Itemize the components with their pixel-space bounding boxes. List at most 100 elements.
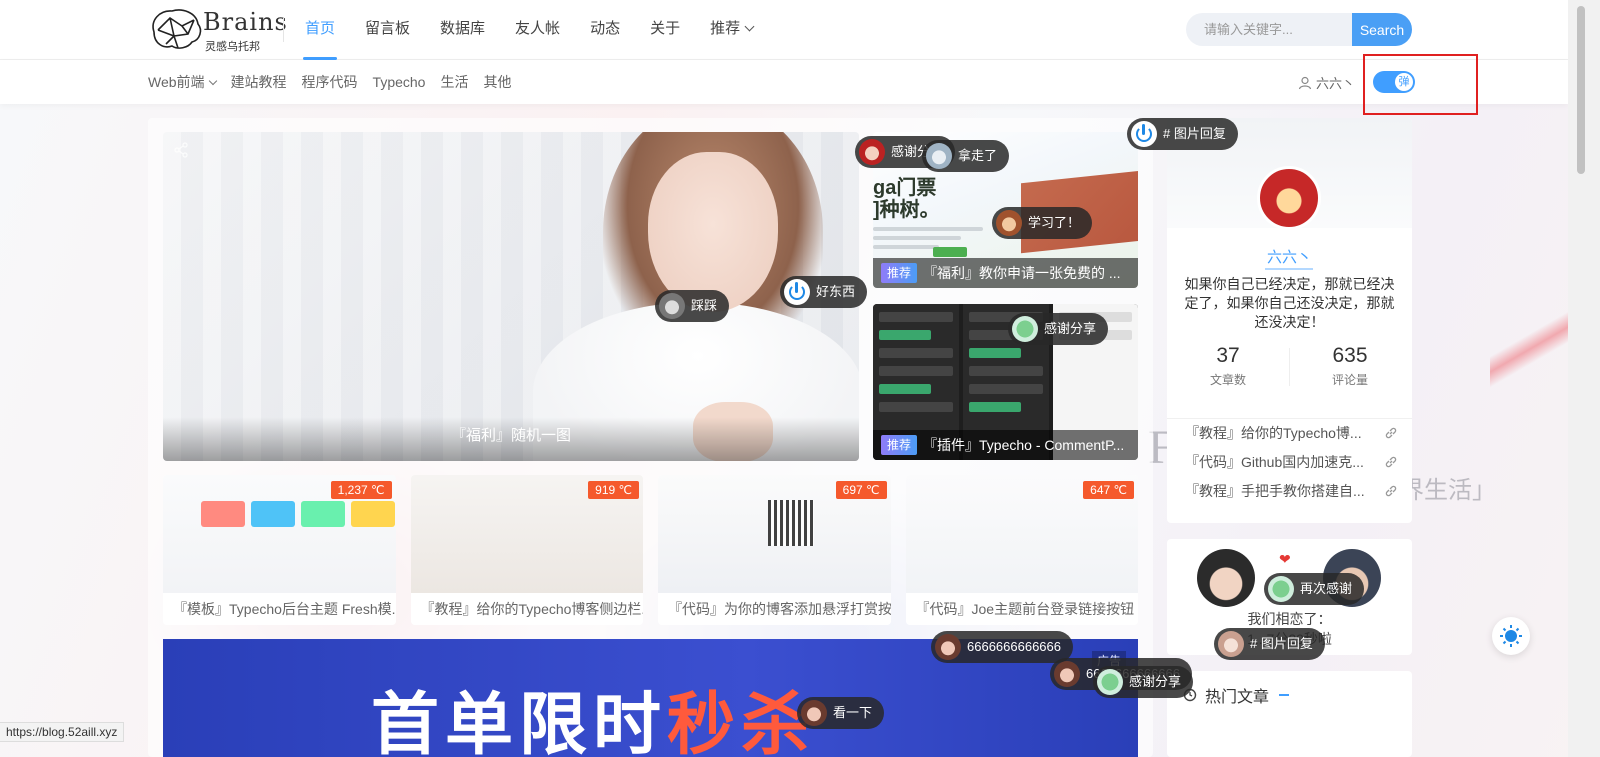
card-title: 『插件』Typecho - CommentP...: [923, 437, 1125, 453]
nav-recommend-label: 推荐: [710, 20, 741, 37]
search-input[interactable]: [1186, 13, 1354, 46]
profile-name[interactable]: 六六丶: [1167, 246, 1412, 267]
heart-icon: ❤: [1279, 551, 1291, 567]
scrollbar-thumb[interactable]: [1577, 6, 1585, 174]
category-web-label: Web前端: [148, 74, 205, 90]
article-thumbs: 1,237 ℃ 『模板』Typecho后台主题 Fresh模... 919 ℃ …: [163, 475, 1138, 625]
status-url: https://blog.52aill.xyz: [0, 722, 125, 742]
search-button[interactable]: Search: [1352, 13, 1412, 46]
danmaku-bullet: 好东西: [780, 276, 868, 308]
category-tutorial[interactable]: 建站教程: [231, 72, 287, 92]
nav-moments[interactable]: 动态: [590, 0, 620, 60]
heat-badge: 1,237 ℃: [330, 481, 392, 499]
nav-home[interactable]: 首页: [302, 0, 338, 60]
nav-about[interactable]: 关于: [650, 0, 680, 60]
hero-card[interactable]: 『福利』随机一图: [163, 132, 859, 461]
danmaku-bullet: 感谢分享: [1093, 666, 1194, 698]
theme-toggle-button[interactable]: [1492, 617, 1530, 655]
avatar: [1054, 661, 1080, 687]
chevron-down-icon: [208, 76, 217, 86]
heat-badge: 919 ℃: [588, 481, 639, 499]
danmaku-bullet: 看一下: [797, 697, 885, 729]
heat-badge: 697 ℃: [835, 481, 887, 499]
avatar: [801, 700, 827, 726]
logo-brand-text: Brains: [203, 8, 288, 36]
danmaku-bullet: 再次感谢: [1264, 573, 1365, 605]
category-life[interactable]: 生活: [440, 72, 468, 92]
avatar: [1197, 549, 1255, 607]
site-logo[interactable]: Brains 灵感乌托邦: [148, 6, 287, 54]
logo-subtitle: 灵感乌托邦: [205, 41, 260, 53]
stat-label: 文章数: [1209, 373, 1246, 387]
profile-link-text: 『代码』Github国内加速克...: [1185, 454, 1364, 470]
avatar: [1097, 669, 1123, 695]
article-thumb[interactable]: 919 ℃ 『教程』给你的Typecho博客侧边栏...: [410, 475, 643, 625]
avatar: [996, 210, 1022, 236]
nav-database[interactable]: 数据库: [440, 0, 485, 60]
article-thumb[interactable]: 1,237 ℃ 『模板』Typecho后台主题 Fresh模...: [163, 475, 396, 625]
qr-code-icon: [768, 500, 814, 546]
highlight-box: [1363, 54, 1478, 115]
article-thumb[interactable]: 647 ℃ 『代码』Joe主题前台登录链接按钮: [905, 475, 1138, 625]
danmaku-text: 感谢分享: [1044, 321, 1097, 336]
title-accent: [1279, 694, 1290, 696]
profile-link-text: 『教程』手把手教你搭建自...: [1185, 483, 1365, 499]
share-icon[interactable]: [173, 142, 189, 158]
category-other[interactable]: 其他: [483, 72, 511, 92]
stat-label: 评论量: [1331, 373, 1368, 387]
profile-links: 『教程』给你的Typecho博... 『代码』Github国内加速克... 『教…: [1167, 418, 1412, 506]
link-icon: [1385, 427, 1397, 439]
thumb-title: 『教程』给你的Typecho博客侧边栏...: [410, 593, 643, 625]
category-typecho[interactable]: Typecho: [373, 74, 426, 90]
profile-link[interactable]: 『代码』Github国内加速克...: [1167, 448, 1412, 477]
brain-logo-icon: [152, 9, 202, 49]
nav-guestbook[interactable]: 留言板: [365, 0, 410, 60]
thumb-title: 『模板』Typecho后台主题 Fresh模...: [163, 593, 396, 625]
danmaku-text: 踩踩: [691, 298, 718, 313]
danmaku-text: 好东西: [816, 284, 856, 299]
thumb-title: 『代码』为你的博客添加悬浮打赏按...: [658, 593, 891, 625]
heat-badge: 647 ℃: [1083, 481, 1134, 499]
danmaku-bullet: 踩踩: [655, 290, 730, 322]
nav-friends[interactable]: 友人帐: [515, 0, 560, 60]
category-code[interactable]: 程序代码: [302, 72, 358, 92]
nav-recommend[interactable]: 推荐: [710, 0, 755, 60]
danmaku-text: 学习了！: [1028, 215, 1081, 230]
avatar: [935, 634, 961, 660]
love-text: 我们相恋了：: [1247, 611, 1332, 627]
danmaku-text: # 图片回复: [1163, 126, 1226, 141]
power-icon: [784, 279, 810, 305]
avatar[interactable]: [1257, 166, 1321, 230]
recommend-tag: 推荐: [881, 263, 918, 284]
danmaku-bullet: 6666666666666: [931, 631, 1073, 663]
search-box: Search: [1186, 13, 1412, 46]
danmaku-text: 拿走了: [958, 148, 998, 163]
card-art-button: [933, 247, 967, 257]
avatar: [1218, 631, 1244, 657]
card-caption: 推荐 『插件』Typecho - CommentP...: [873, 430, 1138, 460]
danmaku-text: # 图片回复: [1250, 636, 1313, 651]
danmaku-bullet: # 图片回复: [1127, 118, 1238, 150]
power-icon: [1131, 121, 1157, 147]
avatar: [926, 143, 952, 169]
category-web[interactable]: Web前端: [148, 72, 217, 92]
danmaku-bullet: 感谢分享: [1008, 313, 1109, 345]
profile-link[interactable]: 『教程』给你的Typecho博...: [1167, 419, 1412, 448]
article-thumb[interactable]: 697 ℃ 『代码』为你的博客添加悬浮打赏按...: [658, 475, 891, 625]
card-caption: 推荐 『福利』教你申请一张免费的 ...: [873, 258, 1138, 288]
danmaku-bullet: # 图片回复: [1214, 628, 1325, 660]
top-header: Brains 灵感乌托邦 首页 留言板 数据库 友人帐 动态 关于 推荐 Sea…: [0, 0, 1568, 60]
user-link[interactable]: 六六丶: [1298, 73, 1355, 92]
danmaku-text: 感谢分享: [1129, 674, 1182, 689]
profile-link[interactable]: 『教程』手把手教你搭建自...: [1167, 477, 1412, 506]
hero-figure-face: [648, 152, 778, 312]
hot-articles-label: 热门文章: [1205, 689, 1270, 706]
card-title: 『福利』教你申请一张免费的 ...: [923, 265, 1121, 281]
stat-articles: 37 文章数: [1167, 344, 1289, 388]
background-text-right: 界生活」: [1400, 478, 1496, 504]
page-scrollbar[interactable]: [1568, 0, 1600, 757]
hero-caption: 『福利』随机一图: [163, 417, 859, 461]
profile-link-text: 『教程』给你的Typecho博...: [1185, 425, 1362, 441]
profile-card: 六六丶 如果你自己已经决定，那就已经决定了，如果你自己还没决定，那就还没决定！ …: [1167, 118, 1412, 523]
avatar: [1268, 576, 1294, 602]
